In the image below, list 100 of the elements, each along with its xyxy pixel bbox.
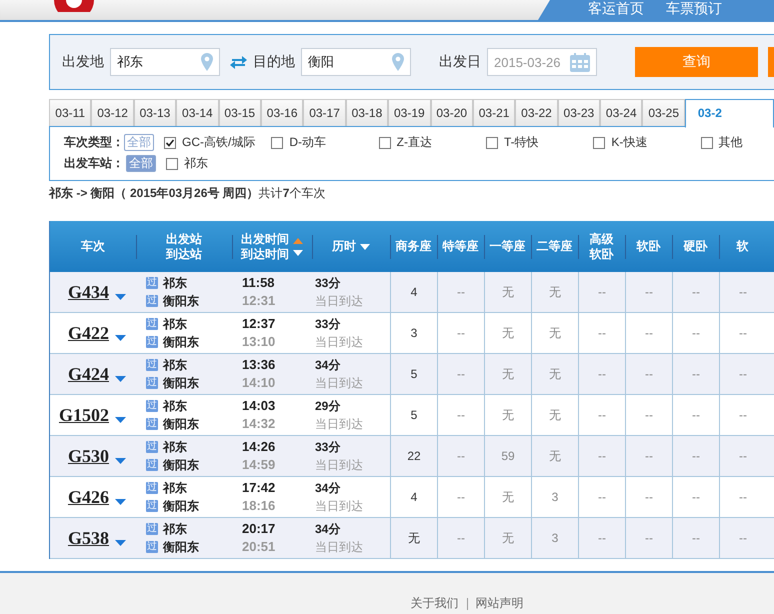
date-tab[interactable]: 03-15 [218,99,261,126]
seat-count: -- [598,490,606,504]
date-tab[interactable]: 03-16 [260,99,304,126]
train-number-link[interactable]: G1502 [58,404,109,426]
column-header[interactable]: 硬卧 [684,239,708,254]
train-number-link[interactable]: G538 [68,528,109,548]
column-header[interactable]: 一等座 [490,239,526,254]
train-number-link[interactable]: G434 [68,282,109,302]
duration: 29分 [315,398,340,415]
checkbox[interactable] [486,136,498,148]
date-tab[interactable]: 03-25 [642,99,685,126]
arrival-note: 当日到达 [315,375,363,392]
pass-badge: 过 [146,441,158,453]
seat-count: 59 [501,449,515,463]
seat-count: -- [645,367,653,381]
seat-count: -- [457,449,465,463]
station-name: 祁东 [163,520,187,538]
date-tab[interactable]: 03-2 [684,99,774,128]
station-name: 祁东 [163,356,187,374]
pass-badge: 过 [146,318,158,330]
column-header[interactable]: 特等座 [442,239,478,254]
pass-badge: 过 [146,482,158,494]
seat-count: 4 [410,490,418,504]
date-tab[interactable]: 03-23 [558,99,600,126]
station-name: 祁东 [163,438,187,456]
departure-time: 17:42 [242,479,276,497]
date-tab[interactable]: 03-21 [472,99,516,126]
column-header[interactable]: 出发站 到达站 [166,232,202,262]
column-header[interactable]: 车次 [81,239,105,254]
calendar-icon [570,52,590,72]
train-number-link[interactable]: G424 [68,364,109,384]
departure-time: 11:58 [242,274,275,292]
seat-count: -- [739,285,747,299]
seat-count: -- [739,531,747,545]
checkbox[interactable] [164,136,176,148]
seat-count: 5 [410,408,418,422]
seat-count: -- [645,326,653,340]
column-header[interactable]: 商务座 [396,239,432,254]
seat-count: 3 [410,326,418,340]
filter-label: 出发车站： [64,155,125,172]
checkbox[interactable] [166,158,178,170]
seat-count: -- [692,531,700,545]
checkbox[interactable] [700,136,713,148]
station-name: 衡阳东 [163,374,199,392]
column-header[interactable]: 软 [736,239,748,254]
arrival-time: 20:51 [242,538,276,556]
column-header[interactable]: 高级 软卧 [590,232,614,262]
station-name: 祁东 [163,480,187,496]
duration: 33分 [315,439,340,456]
station-name: 衡阳东 [163,334,199,350]
departure-time: 20:17 [242,520,276,538]
seat-count: -- [645,449,653,463]
date-tab[interactable]: 03-24 [600,99,642,126]
train-number-link[interactable]: G422 [68,322,109,344]
arrival-note: 当日到达 [315,293,363,310]
station-field[interactable]: 衡阳 [301,48,411,76]
column-header[interactable]: 历时 [332,239,356,254]
swap-icon [230,55,247,69]
seat-count: -- [739,367,747,381]
seat-count: -- [692,326,700,340]
option-label: D-动车 [289,134,326,151]
train-number-link[interactable]: G426 [68,486,109,508]
seat-count: -- [457,408,465,422]
station-field[interactable]: 祁东 [110,48,220,76]
date-tab[interactable]: 03-20 [430,99,473,126]
station-name: 祁东 [163,398,187,414]
footer-link[interactable]: 网站声明 [476,595,524,612]
checkbox[interactable] [378,136,391,148]
date-tab[interactable]: 03-22 [515,99,558,126]
pass-badge: 过 [146,336,158,348]
caret-icon [115,540,126,546]
seat-count: 无 [408,530,420,546]
date-tab[interactable]: 03-13 [134,99,176,126]
divider-bar [466,598,468,610]
seat-count: -- [692,408,700,422]
seat-count: -- [739,490,747,504]
date-tab[interactable]: 03-14 [176,99,219,126]
seat-count: -- [645,490,653,504]
date-tab[interactable]: 03-11 [49,99,92,126]
seat-count: -- [692,449,700,463]
date-tab[interactable]: 03-18 [346,99,388,126]
seat-count: 无 [502,324,514,342]
train-number-link[interactable]: G530 [68,446,109,466]
seat-count: 无 [502,488,514,506]
date-tab[interactable]: 03-12 [91,99,134,126]
station-name: 衡阳东 [163,416,199,432]
seat-count: 无 [502,406,514,424]
arrival-note: 当日到达 [315,416,363,433]
departure-time: 12:37 [242,315,276,333]
column-header[interactable]: 出发时间 到达时间 [241,232,289,262]
checkbox[interactable] [271,136,284,148]
checkbox[interactable] [593,136,606,148]
footer-link[interactable]: 关于我们 [410,595,458,612]
date-tab[interactable]: 03-19 [388,99,431,126]
column-header[interactable]: 二等座 [536,239,572,254]
arrival-note: 当日到达 [315,334,363,351]
date-tab[interactable]: 03-17 [303,99,346,126]
duration: 34分 [315,357,340,374]
column-header[interactable]: 软卧 [636,239,660,254]
field-label: 目的地 [253,53,295,71]
